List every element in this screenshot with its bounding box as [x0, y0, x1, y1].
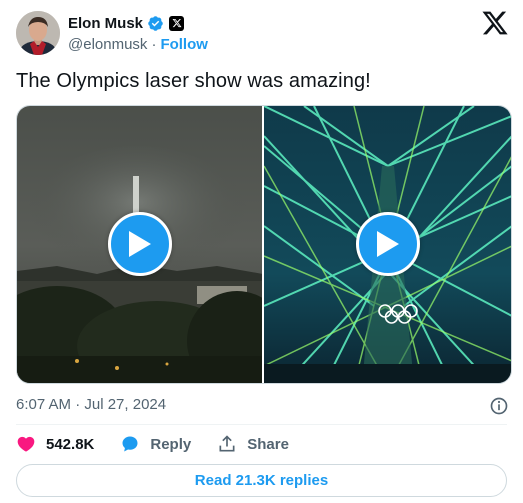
author-name[interactable]: Elon Musk	[68, 15, 143, 32]
author-handle[interactable]: @elonmusk	[68, 36, 147, 53]
video-thumbnail-left[interactable]	[17, 106, 262, 383]
reply-label: Reply	[150, 435, 192, 453]
reply-button[interactable]: Reply	[120, 434, 191, 454]
separator-dot: ·	[151, 36, 157, 53]
info-icon[interactable]	[489, 396, 509, 416]
tweet-timestamp[interactable]: 6:07 AM · Jul 27, 2024	[16, 396, 166, 413]
share-upload-icon	[219, 435, 235, 452]
read-replies-button[interactable]: Read 21.3K replies	[16, 464, 507, 497]
share-button[interactable]: Share	[217, 434, 289, 454]
affiliate-x-badge-icon	[169, 15, 185, 31]
play-icon	[376, 231, 399, 257]
like-count: 542.8K	[46, 435, 95, 453]
avatar[interactable]	[16, 11, 60, 55]
play-button[interactable]	[355, 212, 420, 276]
play-button[interactable]	[107, 212, 172, 276]
author-name-row: Elon Musk	[68, 13, 185, 33]
verified-badge-icon	[148, 15, 163, 31]
action-bar: 542.8K Reply Share	[16, 433, 289, 455]
like-button[interactable]: 542.8K	[16, 434, 94, 454]
divider	[16, 424, 507, 425]
tweet-text: The Olympics laser show was amazing!	[16, 70, 371, 92]
tweet-card: Elon Musk @elonmusk · Follow The Olympic…	[0, 0, 523, 503]
video-thumbnail-right[interactable]	[264, 106, 511, 383]
reply-bubble-icon	[122, 436, 138, 452]
play-icon	[128, 231, 151, 257]
share-label: Share	[247, 435, 289, 453]
heart-icon	[17, 436, 35, 452]
media-grid	[16, 105, 512, 384]
handle-row: @elonmusk · Follow	[68, 36, 208, 53]
x-logo-icon[interactable]	[481, 9, 509, 37]
follow-button[interactable]: Follow	[160, 36, 208, 53]
